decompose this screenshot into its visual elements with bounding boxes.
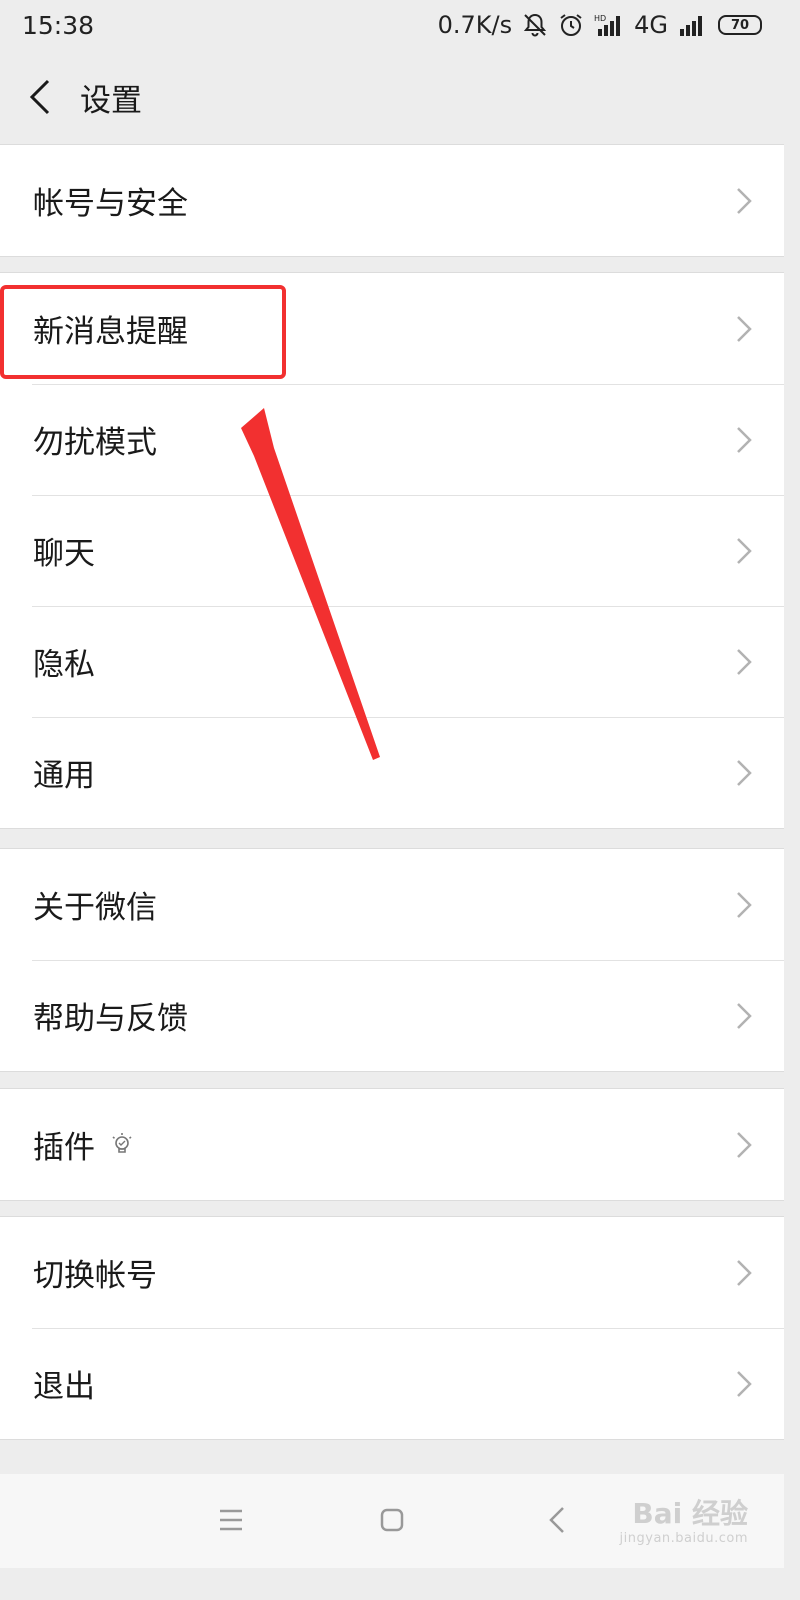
settings-item-chat[interactable]: 聊天 (0, 495, 784, 606)
lightbulb-icon (111, 1132, 133, 1158)
chevron-right-icon (737, 1002, 752, 1029)
chevron-left-icon (29, 79, 50, 115)
chevron-right-icon (737, 537, 752, 564)
chevron-right-icon (737, 648, 752, 675)
settings-item-label: 聊天 (33, 536, 95, 572)
settings-item-label: 通用 (33, 758, 95, 794)
hd-signal-icon: HD (594, 13, 624, 37)
settings-group-session: 切换帐号 退出 (0, 1216, 784, 1440)
bell-muted-icon (522, 12, 548, 38)
settings-group-about: 关于微信 帮助与反馈 (0, 848, 784, 1072)
settings-item-label: 帐号与安全 (33, 186, 188, 222)
settings-item-do-not-disturb[interactable]: 勿扰模式 (0, 384, 784, 495)
chevron-right-icon (737, 1131, 752, 1158)
signal-icon (678, 13, 708, 37)
back-button[interactable] (0, 52, 80, 142)
chevron-right-icon (737, 426, 752, 453)
watermark: Bai 经验 jingyan.baidu.com (619, 1497, 748, 1546)
settings-item-logout[interactable]: 退出 (0, 1328, 784, 1439)
settings-group-main: 新消息提醒 勿扰模式 聊天 隐私 通用 (0, 272, 784, 829)
status-icons: 0.7K/s HD 4G 70 (438, 11, 762, 39)
page-title: 设置 (80, 82, 142, 119)
watermark-url: jingyan.baidu.com (619, 1531, 748, 1546)
settings-item-label: 勿扰模式 (33, 425, 157, 461)
settings-item-new-message-alerts[interactable]: 新消息提醒 (0, 273, 784, 384)
settings-item-label: 切换帐号 (33, 1258, 157, 1294)
chevron-right-icon (737, 1370, 752, 1397)
settings-item-label: 插件 (33, 1130, 95, 1166)
settings-item-privacy[interactable]: 隐私 (0, 606, 784, 717)
net-speed: 0.7K/s (437, 11, 513, 39)
back-icon[interactable] (548, 1502, 566, 1542)
settings-item-switch-account[interactable]: 切换帐号 (0, 1217, 784, 1328)
settings-item-plugins[interactable]: 插件 (0, 1089, 784, 1200)
settings-item-label: 新消息提醒 (33, 314, 188, 350)
battery-icon: 70 (718, 15, 762, 35)
home-icon[interactable] (380, 1502, 404, 1542)
alarm-icon (558, 12, 584, 38)
chevron-right-icon (737, 187, 752, 214)
watermark-brand: Bai 经验 (632, 1497, 748, 1530)
settings-item-account-security[interactable]: 帐号与安全 (0, 145, 784, 256)
settings-group-account: 帐号与安全 (0, 144, 784, 257)
chevron-right-icon (737, 891, 752, 918)
status-time: 15:38 (22, 10, 95, 40)
settings-item-general[interactable]: 通用 (0, 717, 784, 828)
settings-item-about-wechat[interactable]: 关于微信 (0, 849, 784, 960)
chevron-right-icon (737, 1259, 752, 1286)
menu-icon[interactable] (218, 1502, 244, 1542)
title-bar: 设置 (0, 52, 784, 142)
chevron-right-icon (737, 759, 752, 786)
settings-item-label: 关于微信 (33, 890, 157, 926)
svg-text:HD: HD (594, 14, 606, 23)
settings-item-label: 隐私 (33, 647, 95, 683)
settings-item-label: 退出 (33, 1369, 95, 1405)
settings-group-plugins: 插件 (0, 1088, 784, 1201)
settings-item-help-feedback[interactable]: 帮助与反馈 (0, 960, 784, 1071)
status-bar: 15:38 0.7K/s HD 4G 70 (0, 0, 784, 50)
chevron-right-icon (737, 315, 752, 342)
network-type: 4G (634, 11, 668, 39)
settings-item-label: 帮助与反馈 (33, 1001, 188, 1037)
